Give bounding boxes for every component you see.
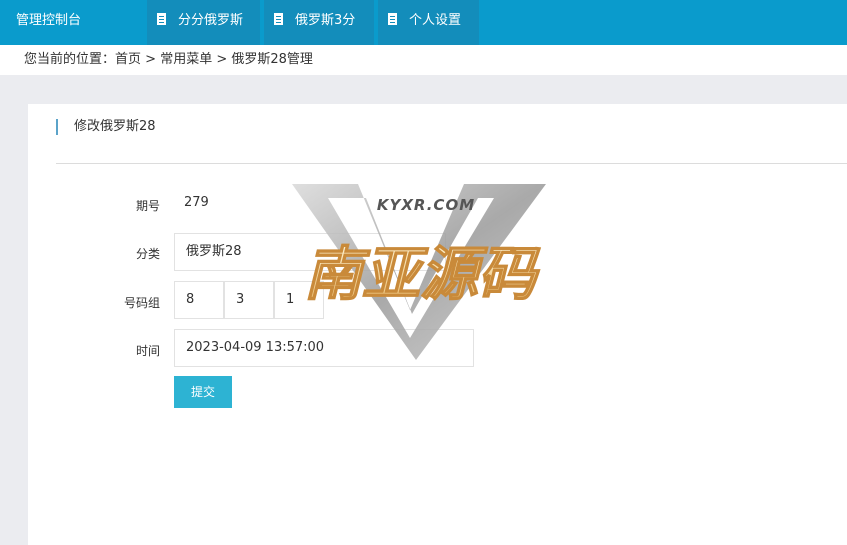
nav-item-label: 分分俄罗斯 xyxy=(178,13,244,28)
submit-button[interactable]: 提交 xyxy=(174,376,232,408)
breadcrumb-common-menu[interactable]: 常用菜单 xyxy=(160,52,212,67)
breadcrumb-prefix: 您当前的位置： xyxy=(24,52,116,67)
number-field-3[interactable]: 1 xyxy=(274,281,324,319)
numbers-label: 号码组 xyxy=(123,296,160,310)
category-label: 分类 xyxy=(135,247,160,261)
top-navigation-bar: 管理控制台 分分俄罗斯 俄罗斯3分 个人设置 xyxy=(0,0,847,45)
time-label: 时间 xyxy=(135,344,160,358)
breadcrumb-separator: > xyxy=(212,52,232,67)
nav-item-personal-settings[interactable]: 个人设置 xyxy=(378,0,479,45)
document-icon xyxy=(388,13,397,25)
nav-item-fenfen-russia[interactable]: 分分俄罗斯 xyxy=(147,0,260,45)
period-value: 279 xyxy=(184,195,209,210)
category-field[interactable]: 俄罗斯28 xyxy=(174,233,446,271)
brand-title[interactable]: 管理控制台 xyxy=(16,0,81,45)
time-field[interactable]: 2023-04-09 13:57:00 xyxy=(174,329,474,367)
breadcrumb-home[interactable]: 首页 xyxy=(115,52,141,67)
document-icon xyxy=(157,13,166,25)
section-title: 修改俄罗斯28 xyxy=(56,119,156,135)
nav-item-label: 个人设置 xyxy=(409,13,462,28)
number-field-2[interactable]: 3 xyxy=(224,281,274,319)
period-label: 期号 xyxy=(135,199,160,213)
nav-item-label: 俄罗斯3分 xyxy=(295,13,356,28)
number-field-1[interactable]: 8 xyxy=(174,281,224,319)
form-card: 修改俄罗斯28 期号 279 分类 俄罗斯28 号码组 8 3 1 时间 202… xyxy=(28,104,847,545)
breadcrumb-separator: > xyxy=(141,52,161,67)
breadcrumb: 您当前的位置：首页 > 常用菜单 > 俄罗斯28管理 xyxy=(0,45,847,75)
divider xyxy=(56,163,847,164)
nav-item-russia-3min[interactable]: 俄罗斯3分 xyxy=(264,0,374,45)
breadcrumb-current: 俄罗斯28管理 xyxy=(231,52,313,67)
document-icon xyxy=(274,13,283,25)
